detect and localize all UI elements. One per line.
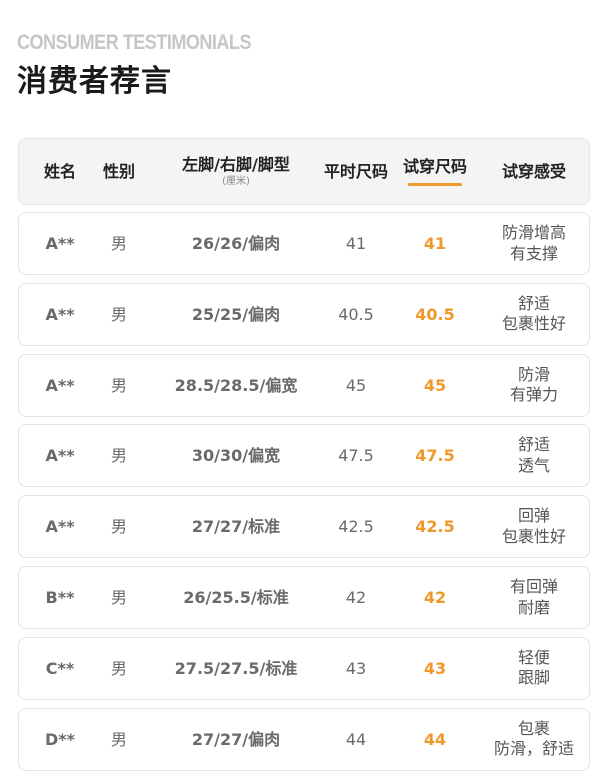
- cell-gender: 男: [110, 658, 127, 678]
- feeling-line: 轻便: [517, 647, 550, 667]
- cell-gender: 男: [110, 233, 127, 253]
- table-row: A** 男 28.5/28.5/偏宽 45 45 防滑 有弹力: [18, 353, 593, 417]
- section-subtitle: CONSUMER TESTIMONIALS: [17, 31, 252, 54]
- table-row: C** 男 27.5/27.5/标准 43 43 轻便 跟脚: [18, 636, 593, 700]
- feeling-line: 防滑增高: [501, 223, 566, 243]
- cell-feeling: 防滑 有弹力: [475, 355, 593, 416]
- feeling-line: 包裹性好: [501, 314, 566, 334]
- table-row: B** 男 26/25.5/标准 42 42 有回弹 耐磨: [18, 566, 590, 629]
- cell-foot: 26/25.5/标准: [183, 587, 289, 607]
- table-row: A** 男 25/25/偏肉 40.5 40.5 舒适 包裹性好: [18, 282, 593, 346]
- page-title: 消费者荐言: [17, 64, 172, 99]
- cell-feeling: 轻便 跟脚: [475, 638, 593, 699]
- feeling-line: 耐磨: [517, 597, 550, 617]
- cell-feeling: 回弹 包裹性好: [475, 496, 593, 557]
- cell-foot: 25/25/偏肉: [191, 304, 281, 324]
- cell-gender: 男: [110, 587, 127, 607]
- col-foot: 左脚/右脚/脚型 (厘米): [150, 139, 322, 204]
- table-row: A** 男 26/26/偏肉 41 41 防滑增高 有支撑: [18, 212, 590, 275]
- feeling-line: 包裹性好: [501, 526, 566, 546]
- feeling-line: 包裹: [517, 718, 550, 738]
- feeling-line: 有支撑: [509, 243, 558, 263]
- feeling-line: 防滑，舒适: [493, 739, 574, 759]
- cell-gender: 男: [110, 517, 127, 537]
- cell-feeling: 舒适 透气: [475, 425, 593, 486]
- feeling-line: 防滑: [517, 364, 550, 384]
- table-header: 姓名 性别 左脚/右脚/脚型 (厘米) 平时尺码 试穿尺码 试穿感受: [18, 138, 590, 205]
- col-gender: 性别: [102, 161, 135, 181]
- cell-foot: 27/27/标准: [191, 517, 281, 537]
- cell-feeling: 有回弹 耐磨: [475, 567, 593, 628]
- cell-foot: 28.5/28.5/偏宽: [174, 375, 298, 395]
- feeling-line: 舒适: [517, 435, 550, 455]
- cell-foot: 26/26/偏肉: [191, 233, 281, 253]
- feeling-line: 跟脚: [517, 668, 550, 688]
- col-foot-unit: (厘米): [222, 175, 250, 187]
- cell-gender: 男: [110, 375, 127, 395]
- cell-foot: 27/27/偏肉: [191, 729, 281, 749]
- table-row: A** 男 27/27/标准 42.5 42.5 回弹 包裹性好: [18, 495, 593, 559]
- table-row: A** 男 30/30/偏宽 47.5 47.5 舒适 透气: [18, 424, 593, 488]
- active-underline: [408, 182, 462, 186]
- cell-feeling: 包裹 防滑，舒适: [475, 709, 593, 770]
- cell-feeling: 防滑增高 有支撑: [475, 213, 593, 274]
- feeling-line: 舒适: [517, 293, 550, 313]
- cell-gender: 男: [110, 446, 127, 466]
- cell-gender: 男: [110, 729, 127, 749]
- cell-foot: 30/30/偏宽: [191, 446, 281, 466]
- feeling-line: 有回弹: [509, 577, 558, 597]
- table-row: D** 男 27/27/偏肉 44 44 包裹 防滑，舒适: [18, 707, 593, 771]
- feeling-line: 透气: [517, 455, 550, 475]
- cell-foot: 27.5/27.5/标准: [174, 658, 298, 678]
- col-feeling: 试穿感受: [501, 161, 566, 181]
- feeling-line: 有弹力: [509, 385, 558, 405]
- feeling-line: 回弹: [517, 506, 550, 526]
- col-foot-label: 左脚/右脚/脚型: [182, 155, 290, 175]
- cell-gender: 男: [110, 304, 127, 324]
- col-trial-size-label: 试穿尺码: [402, 157, 467, 177]
- cell-feeling: 舒适 包裹性好: [475, 284, 593, 345]
